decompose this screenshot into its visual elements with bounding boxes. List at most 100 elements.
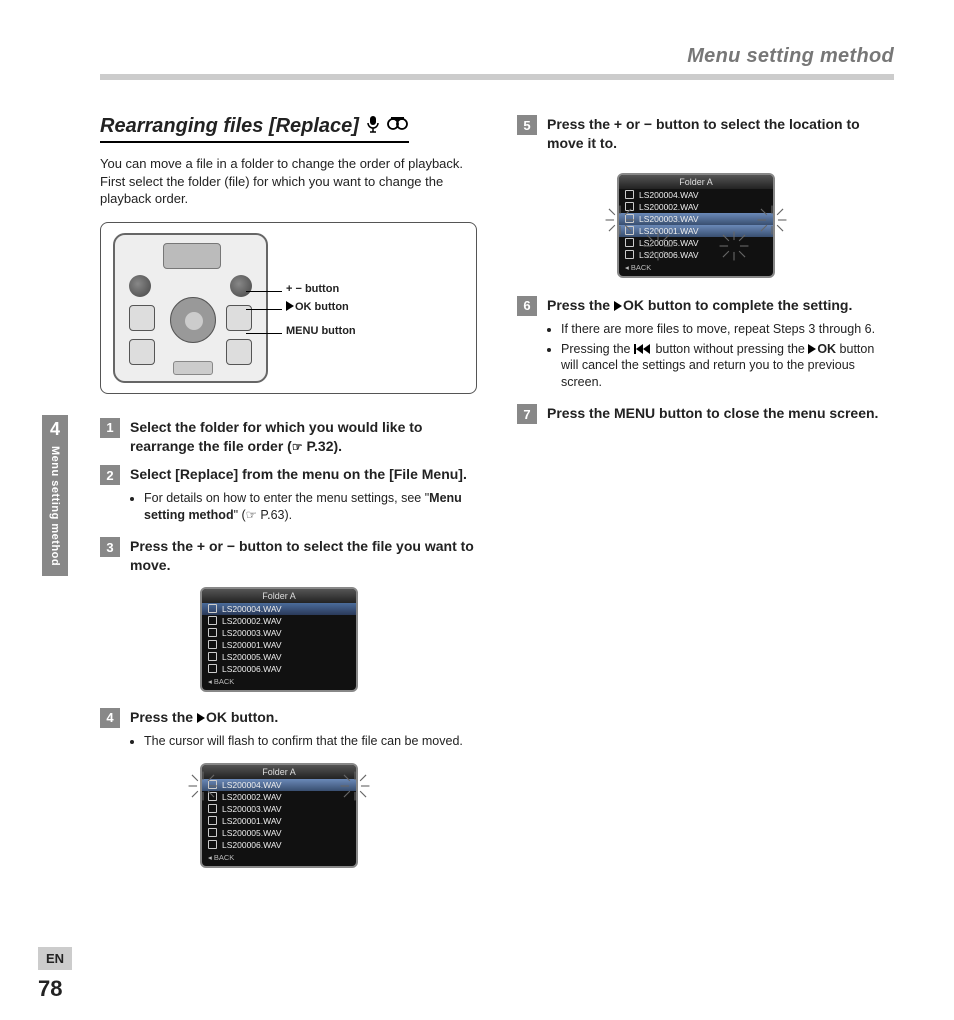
rewind-icon — [634, 344, 652, 354]
music-file-icon — [625, 226, 634, 235]
device-illustration: + − button OK button MENU button — [100, 222, 477, 394]
step-heading: Press the + or − button to select the lo… — [547, 115, 894, 153]
music-file-icon — [208, 604, 217, 613]
intro-paragraph: You can move a file in a folder to chang… — [100, 155, 477, 208]
step-heading: Press the + or − button to select the fi… — [130, 537, 477, 575]
step-number: 2 — [100, 465, 120, 485]
step-bullets: The cursor will flash to confirm that th… — [144, 733, 477, 750]
header-rule — [100, 74, 894, 80]
screen-back-label: ◂ BACK — [619, 261, 773, 276]
list-item: LS200006.WAV — [202, 663, 356, 675]
content-columns: Rearranging files [Replace] You can move… — [100, 115, 894, 868]
music-file-icon — [208, 828, 217, 837]
music-file-icon — [208, 780, 217, 789]
music-file-icon — [208, 616, 217, 625]
pointer-icon: ☞ — [292, 440, 303, 454]
play-icon — [808, 344, 816, 354]
screen-back-label: ◂ BACK — [202, 851, 356, 866]
list-item: LS200003.WAV — [619, 213, 773, 225]
language-tab: EN — [38, 947, 72, 970]
chapter-label: Menu setting method — [49, 446, 61, 566]
music-file-icon — [625, 250, 634, 259]
screen-title: Folder A — [619, 175, 773, 189]
bullet: For details on how to enter the menu set… — [144, 490, 477, 524]
recorder-drawing — [113, 233, 268, 383]
chapter-number: 4 — [50, 419, 60, 440]
list-item: LS200001.WAV — [202, 639, 356, 651]
step-7: 7 Press the MENU button to close the men… — [517, 404, 894, 424]
video-icon — [387, 116, 409, 137]
left-column: Rearranging files [Replace] You can move… — [100, 115, 477, 868]
page-header-title: Menu setting method — [100, 45, 894, 68]
music-file-icon — [625, 190, 634, 199]
right-column: 5 Press the + or − button to select the … — [517, 115, 894, 868]
pointer-icon: ☞ — [246, 508, 257, 522]
list-item: LS200005.WAV — [202, 651, 356, 663]
music-file-icon — [208, 664, 217, 673]
step-heading: Select [Replace] from the menu on the [F… — [130, 465, 477, 484]
music-file-icon — [208, 640, 217, 649]
music-file-icon — [208, 628, 217, 637]
step-heading: Press the OK button. — [130, 708, 477, 727]
list-item: LS200004.WAV — [202, 603, 356, 615]
screen-back-label: ◂ BACK — [202, 675, 356, 690]
list-item: LS200003.WAV — [202, 627, 356, 639]
page-number: 78 — [38, 976, 62, 1002]
callout-ok: OK button — [286, 301, 349, 313]
list-item: LS200005.WAV — [619, 237, 773, 249]
list-item: LS200004.WAV — [202, 779, 356, 791]
step-3: 3 Press the + or − button to select the … — [100, 537, 477, 575]
step-heading: Select the folder for which you would li… — [130, 418, 477, 456]
microphone-icon — [365, 115, 381, 138]
list-item: LS200003.WAV — [202, 803, 356, 815]
step-6: 6 Press the OK button to complete the se… — [517, 296, 894, 394]
step-1: 1 Select the folder for which you would … — [100, 418, 477, 456]
lcd-screenshot-target: Folder A LS200004.WAV LS200002.WAV LS200… — [617, 173, 775, 278]
step-heading: Press the OK button to complete the sett… — [547, 296, 894, 315]
music-file-icon — [208, 840, 217, 849]
step-number: 1 — [100, 418, 120, 438]
lcd-screenshot-flash: Folder A LS200004.WAV LS200002.WAV LS200… — [200, 763, 358, 868]
step-number: 5 — [517, 115, 537, 135]
step-bullets: For details on how to enter the menu set… — [144, 490, 477, 524]
list-item: LS200004.WAV — [619, 189, 773, 201]
list-item: LS200002.WAV — [202, 791, 356, 803]
chapter-tab: 4 Menu setting method — [42, 415, 68, 576]
callout-menu: MENU button — [286, 325, 356, 337]
bullet: Pressing the button without pressing the… — [561, 341, 894, 392]
step-number: 7 — [517, 404, 537, 424]
play-icon — [614, 301, 622, 311]
bullet: The cursor will flash to confirm that th… — [144, 733, 477, 750]
section-title: Rearranging files [Replace] — [100, 115, 409, 143]
list-item: LS200006.WAV — [202, 839, 356, 851]
callout-plus-minus: + − button — [286, 283, 339, 295]
music-file-icon — [625, 238, 634, 247]
screen-title: Folder A — [202, 589, 356, 603]
music-file-icon — [625, 214, 634, 223]
step-number: 3 — [100, 537, 120, 557]
list-item: LS200005.WAV — [202, 827, 356, 839]
list-item: LS200001.WAV — [202, 815, 356, 827]
list-item: LS200002.WAV — [202, 615, 356, 627]
music-file-icon — [208, 652, 217, 661]
play-icon — [286, 301, 294, 311]
lcd-screenshot-select: Folder A LS200004.WAV LS200002.WAV LS200… — [200, 587, 358, 692]
play-icon — [197, 713, 205, 723]
music-file-icon — [208, 816, 217, 825]
device-callouts: + − button OK button MENU button — [286, 233, 464, 383]
screen-title: Folder A — [202, 765, 356, 779]
step-4: 4 Press the OK button. The cursor will f… — [100, 708, 477, 753]
list-item: LS200002.WAV — [619, 201, 773, 213]
music-file-icon — [625, 202, 634, 211]
step-2: 2 Select [Replace] from the menu on the … — [100, 465, 477, 527]
step-number: 4 — [100, 708, 120, 728]
manual-page: 4 Menu setting method EN 78 Menu setting… — [0, 0, 954, 1020]
music-file-icon — [208, 792, 217, 801]
list-item: LS200006.WAV — [619, 249, 773, 261]
music-file-icon — [208, 804, 217, 813]
step-heading: Press the MENU button to close the menu … — [547, 404, 894, 423]
step-5: 5 Press the + or − button to select the … — [517, 115, 894, 153]
step-number: 6 — [517, 296, 537, 316]
list-item: LS200001.WAV — [619, 225, 773, 237]
step-bullets: If there are more files to move, repeat … — [561, 321, 894, 392]
